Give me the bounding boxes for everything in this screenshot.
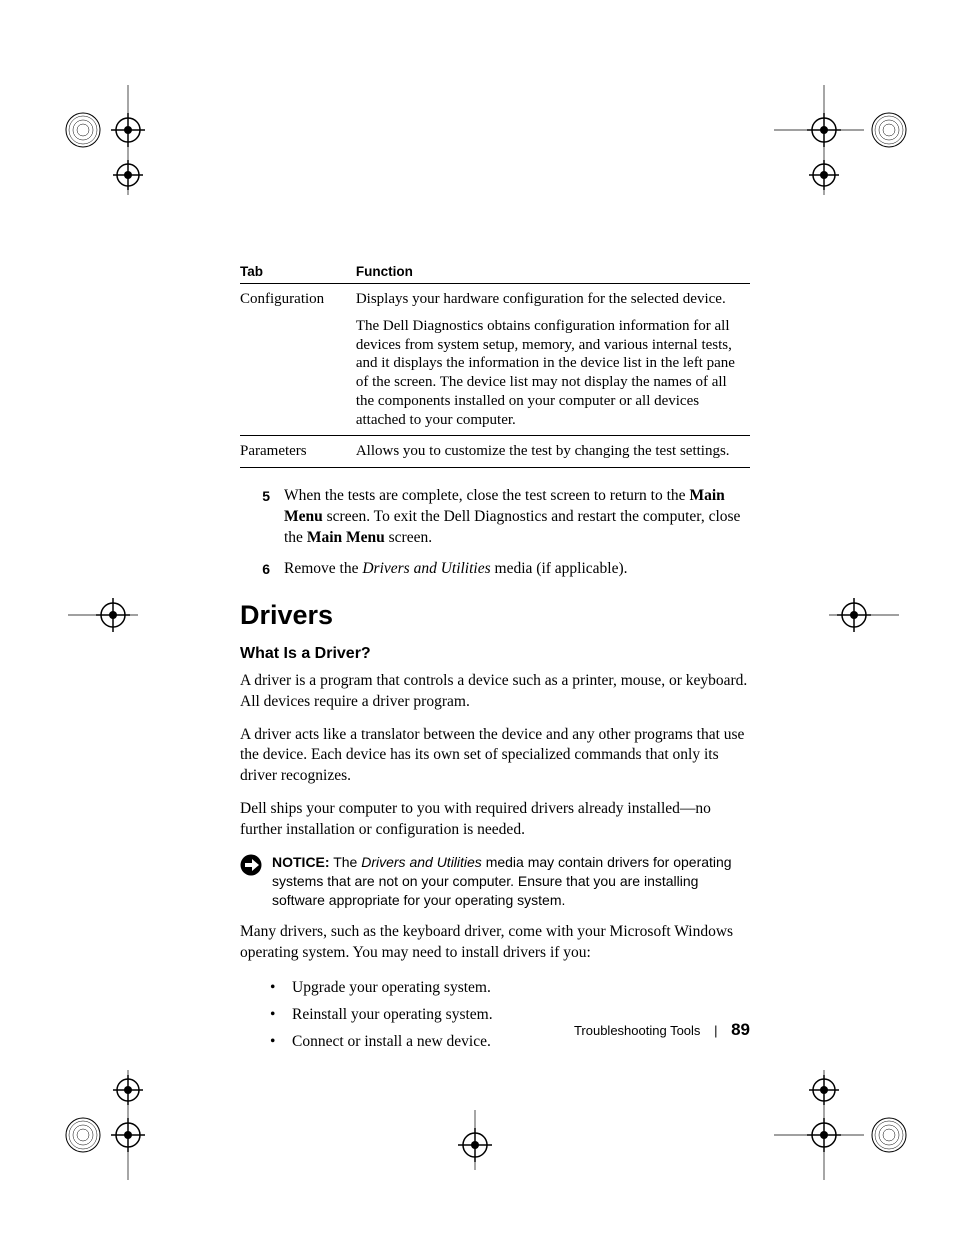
section-heading-drivers: Drivers — [240, 600, 750, 631]
step-body: When the tests are complete, close the t… — [284, 486, 750, 549]
table-cell-function: Displays your hardware configuration for… — [356, 284, 750, 436]
crop-mark-top-left — [58, 85, 168, 195]
crop-mark-top-right — [774, 85, 914, 195]
numbered-steps: 5 When the tests are complete, close the… — [240, 486, 750, 580]
table-func-text: Displays your hardware configuration for… — [356, 290, 744, 309]
body-paragraph: A driver is a program that controls a de… — [240, 671, 750, 713]
step-bold: Main Menu — [307, 529, 385, 546]
notice-part: The — [330, 854, 362, 870]
subsection-heading: What Is a Driver? — [240, 645, 750, 663]
crop-mark-bottom-left — [58, 1070, 168, 1180]
crop-mark-bottom-center — [440, 1110, 510, 1170]
table-cell-tab: Parameters — [240, 436, 356, 468]
crop-mark-mid-right — [829, 590, 899, 640]
step-item: 5 When the tests are complete, close the… — [240, 486, 750, 549]
body-paragraph: Many drivers, such as the keyboard drive… — [240, 922, 750, 964]
step-text: screen. — [385, 529, 432, 546]
table-row: Configuration Displays your hardware con… — [240, 284, 750, 436]
step-text: When the tests are complete, close the t… — [284, 487, 689, 504]
table-row: Parameters Allows you to customize the t… — [240, 436, 750, 468]
table-header-function: Function — [356, 260, 750, 284]
notice-italic: Drivers and Utilities — [361, 854, 482, 870]
notice-text: NOTICE: The Drivers and Utilities media … — [272, 853, 750, 910]
footer-page-number: 89 — [731, 1020, 750, 1039]
body-paragraph: A driver acts like a translator between … — [240, 725, 750, 788]
step-text: media (if applicable). — [491, 560, 628, 577]
step-italic: Drivers and Utilities — [362, 560, 490, 577]
crop-mark-bottom-right — [774, 1070, 914, 1180]
step-body: Remove the Drivers and Utilities media (… — [284, 559, 750, 580]
notice-block: NOTICE: The Drivers and Utilities media … — [240, 853, 750, 910]
table-func-text: The Dell Diagnostics obtains configurati… — [356, 317, 744, 430]
table-cell-function: Allows you to customize the test by chan… — [356, 436, 750, 468]
footer-separator: | — [714, 1023, 717, 1038]
tab-function-table: Tab Function Configuration Displays your… — [240, 260, 750, 468]
step-number: 5 — [240, 486, 284, 549]
table-func-text: Allows you to customize the test by chan… — [356, 442, 744, 461]
crop-mark-mid-left — [68, 590, 138, 640]
list-item: Upgrade your operating system. — [270, 976, 750, 999]
step-text: Remove the — [284, 560, 362, 577]
bullet-list: Upgrade your operating system. Reinstall… — [270, 976, 750, 1054]
notice-label: NOTICE: — [272, 854, 330, 870]
table-header-tab: Tab — [240, 260, 356, 284]
page-content: Tab Function Configuration Displays your… — [240, 260, 750, 1057]
table-cell-tab: Configuration — [240, 284, 356, 436]
page-footer: Troubleshooting Tools | 89 — [240, 1020, 750, 1040]
footer-section: Troubleshooting Tools — [574, 1023, 700, 1038]
notice-arrow-icon — [240, 854, 264, 876]
body-paragraph: Dell ships your computer to you with req… — [240, 799, 750, 841]
step-number: 6 — [240, 559, 284, 580]
step-item: 6 Remove the Drivers and Utilities media… — [240, 559, 750, 580]
